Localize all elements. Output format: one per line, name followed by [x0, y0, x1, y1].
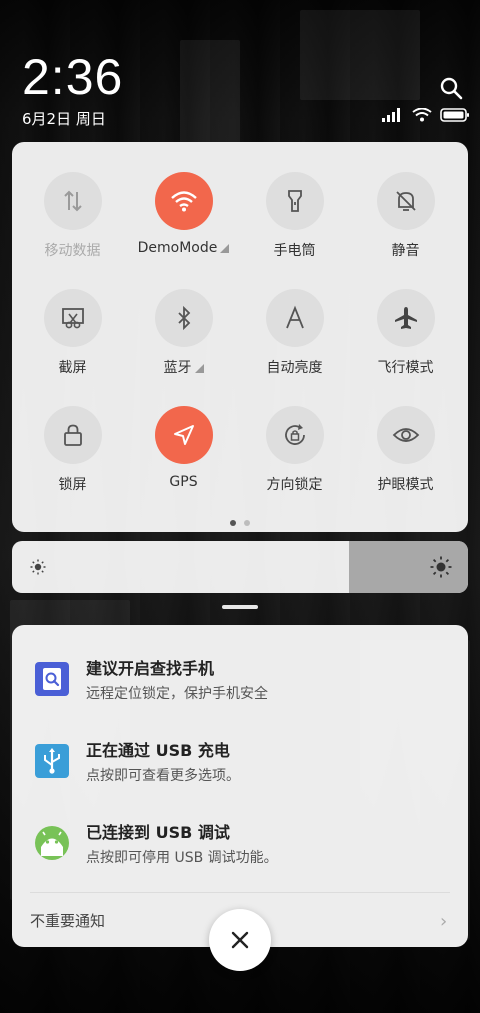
expand-triangle-icon[interactable]	[220, 244, 230, 253]
tile-label-text: 护眼模式	[377, 477, 434, 493]
lock-icon[interactable]	[43, 406, 102, 464]
tile-auto-brightness[interactable]: 自动亮度	[239, 289, 350, 399]
tile-label: 蓝牙	[128, 357, 239, 377]
signal-icon	[382, 108, 400, 122]
airplane-icon[interactable]	[376, 289, 435, 347]
tile-mute-bell[interactable]: 静音	[350, 172, 461, 282]
tile-label: DemoMode	[128, 240, 239, 256]
tile-label: 静音	[350, 240, 461, 260]
bluetooth-icon[interactable]	[154, 289, 213, 347]
tile-lock[interactable]: 锁屏	[17, 406, 128, 516]
tile-label: 移动数据	[17, 240, 128, 260]
tile-label: 护眼模式	[350, 474, 461, 494]
tile-gps[interactable]: GPS	[128, 406, 239, 516]
clear-all-button[interactable]	[209, 909, 271, 971]
tile-label-text: 手电筒	[273, 243, 316, 259]
tile-airplane[interactable]: 飞行模式	[350, 289, 461, 399]
android-icon	[35, 826, 69, 860]
tile-label-text: 截屏	[58, 360, 87, 376]
tile-label: 截屏	[17, 357, 128, 377]
notification-title: 正在通过 USB 充电	[86, 741, 230, 760]
notification-find-phone[interactable]: 建议开启查找手机 远程定位锁定，保护手机安全	[12, 653, 468, 717]
eye-icon[interactable]	[376, 406, 435, 464]
auto-brightness-icon[interactable]	[265, 289, 324, 347]
tile-screenshot[interactable]: 截屏	[17, 289, 128, 399]
notification-title: 已连接到 USB 调试	[86, 823, 230, 842]
divider	[30, 892, 450, 893]
search-icon[interactable]	[439, 76, 463, 100]
notification-text: 点按即可查看更多选项。	[86, 768, 240, 784]
brightness-high-icon	[430, 556, 452, 578]
tile-label: 锁屏	[17, 474, 128, 494]
mobile-data-icon[interactable]	[43, 172, 102, 230]
notification-usb-debugging[interactable]: 已连接到 USB 调试 点按即可停用 USB 调试功能。	[12, 817, 468, 881]
tile-label-text: GPS	[169, 474, 198, 490]
tile-eye[interactable]: 护眼模式	[350, 406, 461, 516]
tile-label: GPS	[128, 474, 239, 490]
tile-flashlight[interactable]: 手电筒	[239, 172, 350, 282]
notification-text: 远程定位锁定，保护手机安全	[86, 686, 268, 702]
tile-label-text: 锁屏	[58, 477, 87, 493]
screenshot-icon[interactable]	[43, 289, 102, 347]
drag-handle[interactable]	[222, 605, 258, 609]
tile-label-text: 飞行模式	[377, 360, 434, 376]
tile-mobile-data[interactable]: 移动数据	[17, 172, 128, 282]
tile-label-text: 蓝牙	[163, 360, 192, 376]
tile-label: 手电筒	[239, 240, 350, 260]
clock: 2:36	[22, 49, 124, 105]
tile-label-text: 自动亮度	[266, 360, 323, 376]
tile-rotation-lock[interactable]: 方向锁定	[239, 406, 350, 516]
notification-usb-charging[interactable]: 正在通过 USB 充电 点按即可查看更多选项。	[12, 735, 468, 799]
tile-label-text: 静音	[391, 243, 420, 259]
notification-panel: 建议开启查找手机 远程定位锁定，保护手机安全 正在通过 USB 充电 点按即可查…	[12, 625, 468, 947]
brightness-slider[interactable]	[12, 541, 468, 593]
wifi-status-icon	[412, 108, 432, 122]
unimportant-notifications-link[interactable]: 不重要通知	[30, 910, 105, 931]
system-icons	[382, 108, 470, 122]
mute-bell-icon[interactable]	[376, 172, 435, 230]
flashlight-icon[interactable]	[265, 172, 324, 230]
gps-icon[interactable]	[154, 406, 213, 464]
tile-label: 方向锁定	[239, 474, 350, 494]
close-icon	[231, 931, 249, 949]
tile-label: 自动亮度	[239, 357, 350, 377]
quick-settings-panel: 移动数据 DemoMode 手电筒 静音截屏 蓝牙 自动亮度 飞行模式锁屏 GPS 方向锁定 护眼…	[12, 142, 468, 532]
page-indicator	[12, 520, 468, 526]
wifi-icon[interactable]	[154, 172, 213, 230]
date: 6月2日 周日	[22, 110, 106, 128]
notification-text: 点按即可停用 USB 调试功能。	[86, 850, 278, 866]
tile-label-text: DemoMode	[137, 240, 218, 256]
tile-label-text: 方向锁定	[266, 477, 323, 493]
tile-label: 飞行模式	[350, 357, 461, 377]
find-phone-icon	[35, 662, 69, 696]
notification-title: 建议开启查找手机	[86, 659, 215, 678]
page-dot-2[interactable]	[244, 520, 250, 526]
tile-bluetooth[interactable]: 蓝牙	[128, 289, 239, 399]
brightness-low-icon	[30, 559, 46, 575]
expand-triangle-icon[interactable]	[194, 364, 204, 373]
page-dot-1[interactable]	[230, 520, 236, 526]
rotation-lock-icon[interactable]	[265, 406, 324, 464]
tile-wifi[interactable]: DemoMode	[128, 172, 239, 282]
chevron-right-icon[interactable]: ›	[440, 911, 447, 932]
status-header: 2:36 6月2日 周日	[0, 0, 480, 140]
usb-icon	[35, 744, 69, 778]
tile-label-text: 移动数据	[44, 243, 101, 259]
battery-icon	[440, 108, 469, 122]
